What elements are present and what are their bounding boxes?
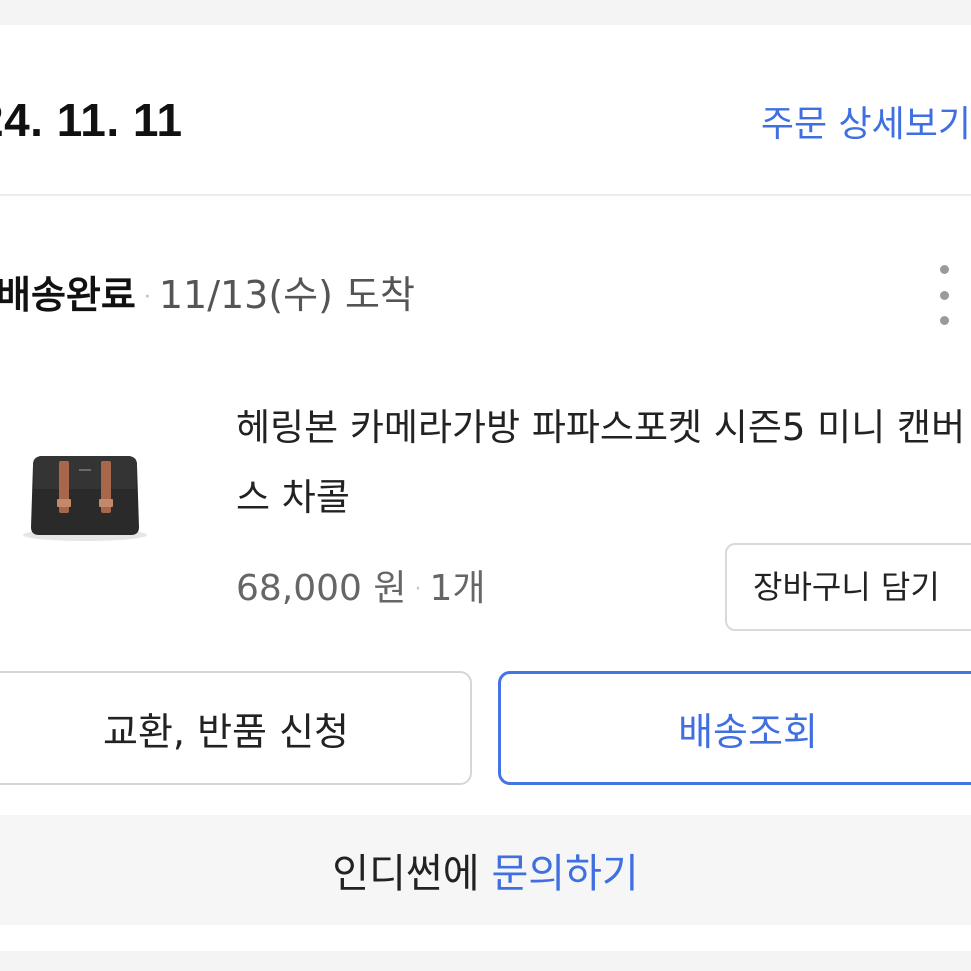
- status-separator: ·: [143, 284, 151, 310]
- more-vertical-icon[interactable]: [926, 265, 962, 325]
- delivery-status-row: 배송완료 · 11/13(수) 도착: [0, 267, 415, 326]
- product-price: 68,000 원: [236, 568, 407, 609]
- inquiry-bar: 인디썬에 문의하기: [0, 815, 971, 925]
- divider: [0, 194, 971, 196]
- order-date: 24. 11. 11: [0, 94, 183, 146]
- return-exchange-button[interactable]: 교환, 반품 신청: [0, 671, 472, 785]
- arrival-date: 11/13(수) 도착: [158, 273, 415, 317]
- order-detail-link[interactable]: 주문 상세보기: [761, 95, 971, 147]
- order-card: 24. 11. 11 주문 상세보기 배송완료 · 11/13(수) 도착 헤링본 …: [0, 25, 971, 951]
- price-row: 68,000 원 · 1개: [236, 561, 486, 618]
- product-thumbnail[interactable]: [15, 423, 155, 563]
- delivery-status: 배송완료: [0, 273, 136, 317]
- shop-name: 인디썬에: [332, 851, 480, 897]
- inquiry-link[interactable]: 문의하기: [492, 841, 639, 899]
- track-delivery-button[interactable]: 배송조회: [498, 671, 971, 785]
- price-separator: ·: [414, 577, 422, 602]
- product-name[interactable]: 헤링본 카메라가방 파파스포켓 시즌5 미니 캔버스 차콜: [236, 393, 971, 533]
- product-quantity: 1개: [429, 568, 486, 609]
- add-to-cart-button[interactable]: 장바구니 담기: [725, 543, 971, 631]
